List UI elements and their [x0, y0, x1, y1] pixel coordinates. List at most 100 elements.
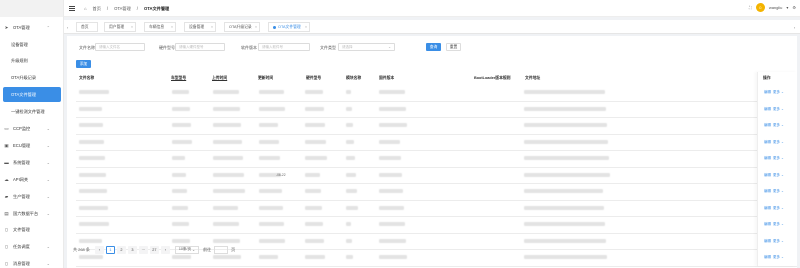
- avatar[interactable]: ☺: [755, 3, 765, 12]
- th-upload-time[interactable]: 上传时间: [209, 72, 227, 85]
- op-column: 操作 编辑 更多 ⌄ 编辑 更多 ⌄ 编辑 更多 ⌄ 编辑 更多 ⌄ 编辑 更多 ⌄ 编辑 更多 ⌄ 编…: [757, 72, 797, 266]
- more-link[interactable]: 更多: [773, 239, 780, 243]
- menu-file[interactable]: ▯ 文件管理: [0, 222, 64, 237]
- data-table: 文件名称 车型型号 上传时间 更新时间 硬件型号 模块名称 固件版本 BootL…: [76, 72, 797, 267]
- add-button[interactable]: 添加: [76, 60, 91, 68]
- gear-icon[interactable]: ⚙: [792, 5, 796, 10]
- edit-link[interactable]: 编辑: [764, 222, 771, 226]
- redacted-cell: [305, 222, 323, 226]
- breadcrumb-ota[interactable]: OTA管理: [114, 6, 131, 12]
- sidebar: ➤ OTA管理 ⌃ 设备管理 升级规则 OTA升级记录 OTA文件管理 一键检测…: [0, 0, 64, 268]
- redacted-cell: [259, 90, 284, 94]
- menu-system[interactable]: ▬ 系统管理 ⌄: [0, 155, 64, 170]
- goto-page-input[interactable]: [214, 245, 229, 254]
- more-link[interactable]: 更多: [773, 123, 780, 127]
- edit-link[interactable]: 编辑: [764, 239, 771, 243]
- chevron-down-icon: ⌄: [780, 172, 784, 177]
- chevron-down-icon[interactable]: ▾: [786, 5, 788, 10]
- more-link[interactable]: 更多: [773, 189, 780, 193]
- submenu-ota-record[interactable]: OTA升级记录: [0, 70, 64, 85]
- menu-guoliu[interactable]: ▤ 国六数据平台 ⌄: [0, 206, 64, 221]
- redacted-cell: [379, 123, 407, 127]
- edit-link[interactable]: 编辑: [764, 156, 771, 160]
- redacted-cell: [213, 222, 239, 226]
- more-link[interactable]: 更多: [773, 156, 780, 160]
- edit-link[interactable]: 编辑: [764, 189, 771, 193]
- tab-ota-record[interactable]: OTA升级记录 ×: [224, 22, 260, 32]
- close-icon[interactable]: ×: [171, 25, 173, 29]
- submenu-ota-file[interactable]: OTA文件管理: [3, 87, 61, 102]
- hamburger-icon[interactable]: [69, 6, 75, 11]
- submenu-label: OTA升级记录: [11, 74, 37, 80]
- redacted-cell: [379, 222, 405, 226]
- tab-vehicles[interactable]: 车辆信息 ×: [144, 22, 176, 32]
- username[interactable]: wangliu: [769, 5, 783, 10]
- redacted-cell: [172, 222, 189, 226]
- menu-production[interactable]: ▰ 生产管理 ⌄: [0, 189, 64, 204]
- home-icon: ⌂: [84, 6, 87, 11]
- file-name-input[interactable]: 请输入文件名: [95, 43, 145, 51]
- tabs-scroll-right-icon[interactable]: ›: [791, 20, 798, 34]
- submenu-upgrade-rule[interactable]: 升级规则: [0, 53, 64, 68]
- page-1[interactable]: 1: [105, 245, 115, 254]
- chevron-down-icon: ⌄: [780, 238, 784, 243]
- menu-ccp[interactable]: ▭ CCP监控 ⌄: [0, 121, 64, 136]
- redacted-cell: [213, 172, 244, 177]
- edit-link[interactable]: 编辑: [764, 206, 771, 210]
- edit-link[interactable]: 编辑: [764, 173, 771, 177]
- tabs-scroll-left-icon[interactable]: ‹: [64, 20, 71, 34]
- redacted-cell: [524, 189, 603, 193]
- hardware-input[interactable]: 请输入硬件型号: [175, 43, 225, 51]
- breadcrumb-home[interactable]: 首页: [93, 6, 101, 12]
- tab-label: OTA升级记录: [229, 24, 252, 29]
- search-button[interactable]: 查询: [426, 43, 441, 51]
- redacted-cell: [79, 189, 107, 193]
- page-ellipsis[interactable]: ···: [138, 245, 148, 254]
- close-icon[interactable]: ×: [131, 25, 133, 29]
- more-link[interactable]: 更多: [773, 140, 780, 144]
- total-count: 共 268 条: [73, 246, 90, 252]
- submenu-check-file[interactable]: 一键检测文件管理: [0, 104, 64, 119]
- tab-users[interactable]: 用户管理 ×: [104, 22, 136, 32]
- prev-page-button[interactable]: ‹: [94, 245, 104, 254]
- redacted-cell: [79, 205, 108, 210]
- fullscreen-icon[interactable]: ⛶: [749, 5, 752, 10]
- file-type-select[interactable]: 请选择 ⌄: [338, 43, 395, 51]
- close-icon[interactable]: ×: [211, 25, 213, 29]
- edit-link[interactable]: 编辑: [764, 255, 771, 259]
- page-size-select[interactable]: 10条/页 ⌄: [174, 245, 200, 254]
- tab-home[interactable]: 首页: [76, 22, 98, 32]
- close-icon[interactable]: ×: [255, 25, 257, 29]
- menu-ota[interactable]: ➤ OTA管理 ⌃: [0, 20, 64, 35]
- more-link[interactable]: 更多: [773, 255, 780, 259]
- more-link[interactable]: 更多: [773, 206, 780, 210]
- menu-ecu[interactable]: ▣ ECU管理 ⌄: [0, 138, 64, 153]
- table-row-divider: [76, 166, 797, 168]
- more-link[interactable]: 更多: [773, 107, 780, 111]
- edit-link[interactable]: 编辑: [764, 90, 771, 94]
- more-link[interactable]: 更多: [773, 222, 780, 226]
- close-icon[interactable]: ×: [305, 25, 307, 29]
- row-actions: 编辑 更多 ⌄: [764, 107, 785, 112]
- page-27[interactable]: 27: [149, 245, 159, 254]
- tab-label: 首页: [81, 24, 89, 29]
- submenu-device[interactable]: 设备管理: [0, 37, 64, 52]
- edit-link[interactable]: 编辑: [764, 140, 771, 144]
- row-actions: 编辑 更多 ⌄: [764, 189, 785, 194]
- edit-link[interactable]: 编辑: [764, 107, 771, 111]
- more-link[interactable]: 更多: [773, 173, 780, 177]
- redacted-cell: [172, 189, 187, 193]
- software-input[interactable]: 请输入软件号: [258, 43, 310, 51]
- menu-task[interactable]: ▯ 任务调度 ⌄: [0, 239, 64, 254]
- tab-devices[interactable]: 设备管理 ×: [184, 22, 216, 32]
- page-3[interactable]: 3: [127, 245, 137, 254]
- more-link[interactable]: 更多: [773, 90, 780, 94]
- edit-link[interactable]: 编辑: [764, 123, 771, 127]
- tab-ota-file[interactable]: OTA文件管理 ×: [268, 22, 310, 32]
- reset-button[interactable]: 重置: [446, 43, 461, 51]
- menu-message[interactable]: ▯ 消息管理 ⌄: [0, 256, 64, 268]
- page-2[interactable]: 2: [116, 245, 126, 254]
- next-page-button[interactable]: ›: [160, 245, 170, 254]
- th-vehicle-model[interactable]: 车型型号: [168, 72, 186, 85]
- menu-api[interactable]: ☁ API网关 ⌄: [0, 172, 64, 187]
